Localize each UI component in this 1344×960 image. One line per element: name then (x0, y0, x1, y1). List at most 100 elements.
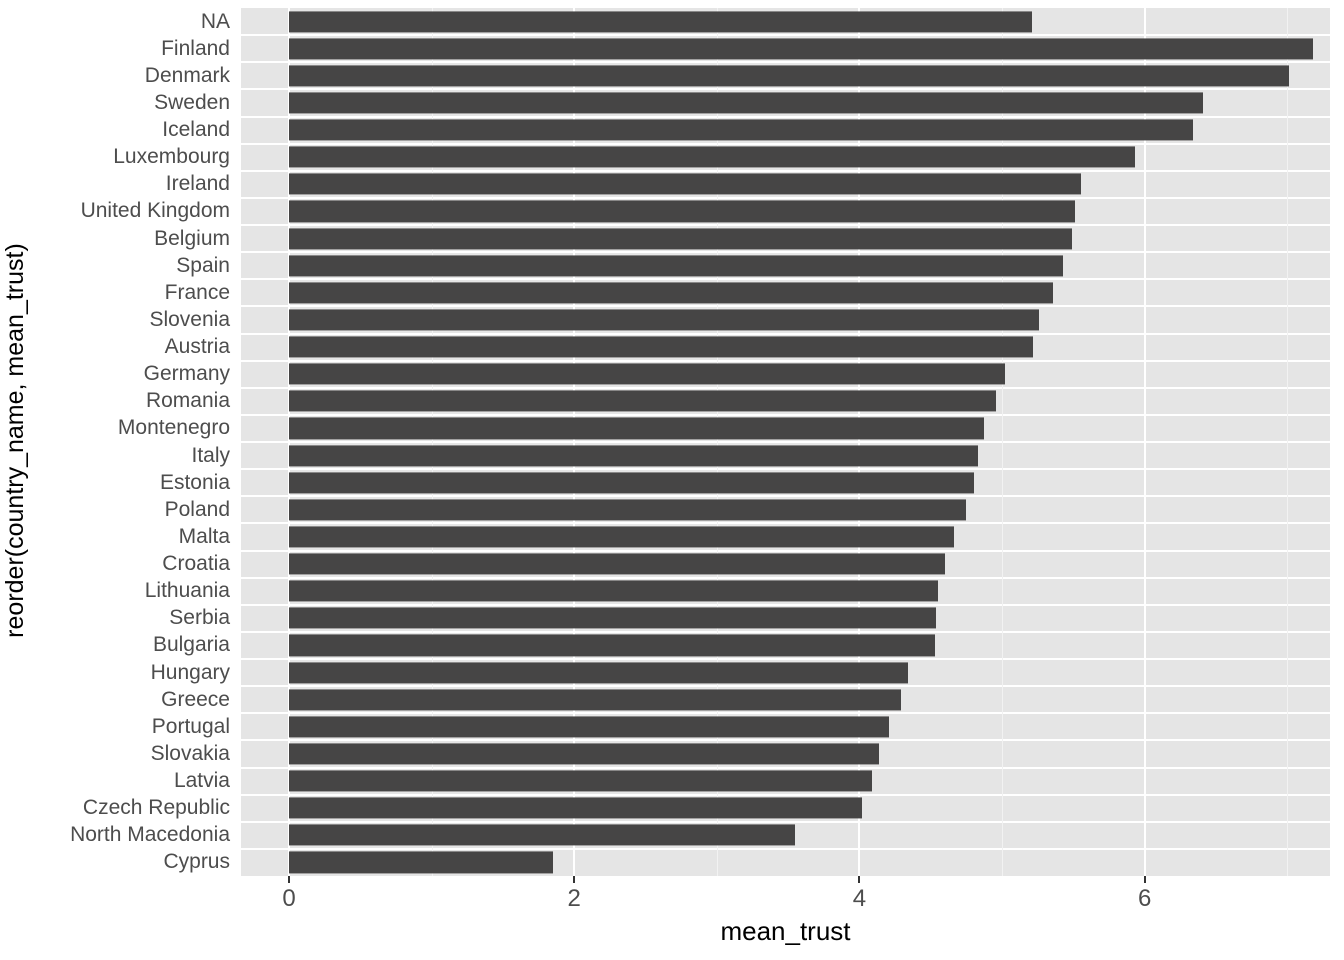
y-axis-tick-label: Greece (161, 687, 230, 711)
bar (289, 580, 938, 602)
bar (289, 38, 1314, 60)
gridline-horizontal (241, 847, 1330, 850)
gridline-horizontal (241, 712, 1330, 715)
y-axis-tick-label: United Kingdom (80, 199, 230, 223)
bar (289, 200, 1075, 223)
gridline-horizontal (241, 793, 1330, 796)
gridline-horizontal (241, 359, 1330, 362)
bar (289, 10, 1033, 33)
gridline-horizontal (241, 630, 1330, 633)
y-axis-tick-label: Cyprus (163, 850, 230, 874)
bar-chart: reorder(country_name, mean_trust) NA Finl… (0, 0, 1344, 960)
gridline-horizontal (241, 522, 1330, 525)
y-axis-tick-label: Slovenia (149, 307, 230, 331)
gridline-horizontal (241, 495, 1330, 498)
x-axis-title: mean_trust (720, 916, 851, 946)
x-axis-tick-label: 0 (282, 885, 296, 912)
bar (289, 92, 1204, 114)
gridline-horizontal (241, 332, 1330, 335)
y-axis-tick-label: Latvia (173, 769, 230, 793)
gridline-horizontal (241, 278, 1330, 281)
y-axis-tick-label: Estonia (159, 470, 230, 494)
bar (289, 255, 1064, 277)
y-axis-tick-label: Montenegro (117, 416, 230, 440)
bar (289, 173, 1081, 195)
bar (289, 716, 890, 738)
y-axis-tick-label: Czech Republic (82, 796, 230, 820)
gridline-horizontal (241, 820, 1330, 823)
y-axis-tick-label: Luxembourg (113, 145, 230, 169)
bar (289, 553, 946, 575)
gridline-horizontal (241, 224, 1330, 226)
gridline-horizontal (241, 34, 1330, 37)
gridline-horizontal (241, 441, 1330, 443)
bar (289, 526, 954, 548)
y-axis-tick-label: Finland (161, 36, 230, 60)
bar (289, 363, 1005, 385)
y-axis-tick-label: Lithuania (144, 579, 230, 603)
y-axis-tick-label: NA (200, 9, 230, 33)
y-axis-tick-label: Slovakia (150, 741, 230, 765)
plot-panel (241, 8, 1330, 876)
y-axis-tick-label: Spain (176, 253, 230, 277)
x-axis-tick-mark (573, 876, 576, 883)
gridline-horizontal (241, 685, 1330, 688)
gridline-horizontal (241, 386, 1330, 389)
bar (289, 851, 553, 874)
y-axis-tick-label: Belgium (154, 226, 230, 250)
gridline-horizontal (241, 61, 1330, 64)
y-axis-tick-label: Malta (178, 524, 230, 548)
bar (289, 499, 967, 521)
gridline-horizontal (241, 468, 1330, 471)
y-axis-tick-label: Portugal (151, 714, 230, 738)
gridline-horizontal (241, 766, 1330, 769)
y-axis-title: reorder(country_name, mean_trust) (0, 0, 30, 880)
bar (289, 227, 1072, 250)
gridline-horizontal (241, 196, 1330, 199)
bar (289, 824, 796, 846)
gridline-horizontal (241, 305, 1330, 308)
bar (289, 743, 880, 765)
gridline-horizontal (241, 739, 1330, 742)
bar (289, 336, 1034, 358)
bar (289, 661, 908, 684)
y-axis-tick-label: Iceland (162, 118, 230, 142)
bar (289, 309, 1040, 331)
y-axis-tick-label: Croatia (162, 552, 230, 576)
gridline-horizontal (241, 88, 1330, 91)
y-axis-tick-label: Hungary (150, 660, 230, 684)
x-axis-tick-label: 4 (852, 885, 867, 912)
gridline-horizontal (241, 251, 1330, 254)
gridline-horizontal (241, 169, 1330, 172)
x-axis-tick-label: 6 (1138, 885, 1152, 912)
bar (289, 770, 873, 792)
gridline-horizontal (241, 115, 1330, 118)
bar (289, 417, 984, 440)
y-axis-tick-label: Romania (145, 389, 230, 413)
bar (289, 472, 974, 494)
y-axis-tick-label: Sweden (154, 90, 230, 114)
gridline-horizontal (241, 142, 1330, 145)
x-axis-tick-label: 2 (567, 885, 581, 912)
y-axis-tick-label: Denmark (144, 63, 230, 87)
gridline-minor-x (1287, 8, 1289, 876)
y-axis-tick-label: North Macedonia (70, 823, 230, 847)
y-axis-tick-label: Italy (191, 443, 230, 467)
y-axis-tick-label: Poland (164, 497, 230, 521)
x-axis-tick-mark (1143, 876, 1146, 883)
x-axis-tick-mark (288, 876, 290, 883)
bar (289, 634, 936, 657)
y-axis-tick-labels: NA Finland Denmark Sweden Iceland Luxembourg I… (30, 8, 270, 876)
bar (289, 797, 863, 819)
y-axis-tick-label: Austria (164, 335, 230, 359)
y-axis-title-text: reorder(country_name, mean_trust) (0, 242, 29, 638)
x-axis-tick-mark (858, 876, 861, 883)
bar (289, 65, 1289, 87)
y-axis-tick-label: Ireland (165, 172, 230, 196)
gridline-horizontal (241, 576, 1330, 579)
gridline-horizontal (241, 603, 1330, 606)
bar (289, 444, 978, 467)
bar (289, 282, 1054, 304)
y-axis-tick-label: Bulgaria (152, 633, 230, 657)
bar (289, 607, 937, 629)
